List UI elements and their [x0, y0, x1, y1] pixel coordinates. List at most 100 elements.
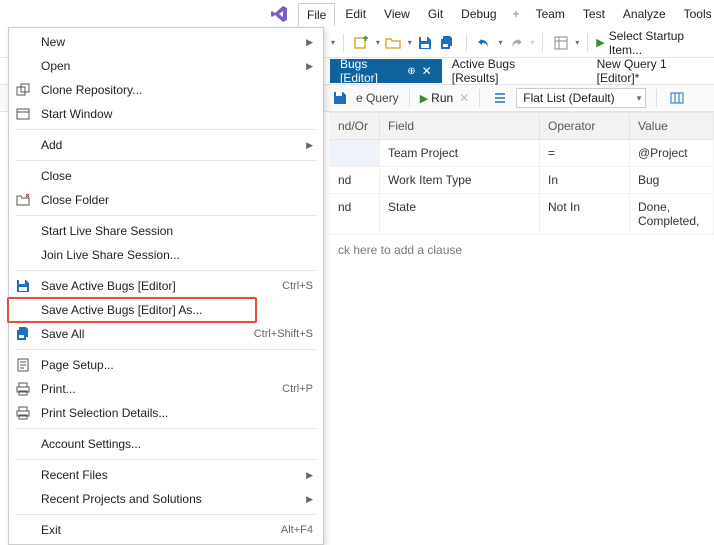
menu-view[interactable]: View [376, 3, 418, 25]
menu-item-page-setup[interactable]: Page Setup... [9, 353, 323, 377]
cell-andor[interactable] [330, 140, 380, 167]
save-all-icon[interactable] [439, 33, 458, 53]
menu-item-save-active-bugs-editor[interactable]: Save Active Bugs [Editor]Ctrl+S [9, 274, 323, 298]
menu-item-label: New [41, 35, 298, 49]
menu-item-start-window[interactable]: Start Window [9, 102, 323, 126]
col-operator[interactable]: Operator [540, 112, 630, 140]
cell-val[interactable]: Done, Completed, [630, 194, 714, 235]
menu-tools[interactable]: Tools [676, 3, 714, 25]
menu-test[interactable]: Test [575, 3, 613, 25]
config-icon[interactable] [551, 33, 570, 53]
cell-op[interactable]: = [540, 140, 630, 167]
menu-item-label: Start Live Share Session [41, 224, 313, 238]
cell-field[interactable]: Team Project [380, 140, 540, 167]
col-value[interactable]: Value [630, 112, 714, 140]
submenu-arrow-icon: ▶ [306, 140, 313, 151]
menu-item-print-selection-details[interactable]: Print Selection Details... [9, 401, 323, 425]
menu-item-start-live-share-session[interactable]: Start Live Share Session [9, 219, 323, 243]
redo-icon[interactable] [507, 33, 526, 53]
menu-shortcut: Ctrl+S [282, 280, 313, 292]
menu-edit[interactable]: Edit [337, 3, 374, 25]
col-andor[interactable]: nd/Or [330, 112, 380, 140]
tab-label: Active Bugs [Results] [452, 57, 557, 85]
dropdown-caret-icon[interactable]: ▾ [498, 38, 502, 47]
tab-label: Bugs [Editor] [340, 57, 401, 85]
menu-item-label: Save All [41, 327, 246, 341]
separator [343, 34, 344, 52]
menu-item-close[interactable]: Close [9, 164, 323, 188]
new-item-icon[interactable] [352, 33, 371, 53]
menu-item-label: Close [41, 169, 313, 183]
menu-item-label: Recent Files [41, 468, 298, 482]
menu-item-label: Recent Projects and Solutions [41, 492, 298, 506]
menu-item-save-all[interactable]: Save AllCtrl+Shift+S [9, 322, 323, 346]
cell-op[interactable]: Not In [540, 194, 630, 235]
menu-analyze[interactable]: Analyze [615, 3, 674, 25]
menu-item-clone-repository[interactable]: Clone Repository... [9, 78, 323, 102]
dropdown-caret-icon[interactable]: ▾ [376, 38, 380, 47]
menu-item-label: Add [41, 138, 298, 152]
menu-debug[interactable]: Debug [453, 3, 504, 25]
add-menu-icon[interactable]: + [507, 7, 526, 21]
tab-active-bugs-results[interactable]: Active Bugs [Results] [442, 59, 567, 83]
open-icon[interactable] [384, 33, 403, 53]
play-icon: ▶ [420, 92, 428, 105]
menu-item-label: Account Settings... [41, 437, 313, 451]
blank-icon [13, 435, 33, 453]
dropdown-caret-icon[interactable]: ▾ [331, 38, 335, 47]
menu-item-save-active-bugs-editor-as[interactable]: Save Active Bugs [Editor] As... [9, 298, 323, 322]
menu-item-close-folder[interactable]: Close Folder [9, 188, 323, 212]
blank-icon [13, 490, 33, 508]
cell-field[interactable]: Work Item Type [380, 167, 540, 194]
menu-item-label: Clone Repository... [41, 83, 313, 97]
cell-andor[interactable]: nd [330, 167, 380, 194]
columns-icon[interactable] [667, 88, 687, 108]
close-icon[interactable]: ✕ [422, 64, 432, 78]
dropdown-caret-icon[interactable]: ▾ [408, 38, 412, 47]
cell-val[interactable]: @Project [630, 140, 714, 167]
dropdown-caret-icon[interactable]: ▾ [530, 38, 534, 47]
blank-icon [13, 301, 33, 319]
blank-icon [13, 33, 33, 51]
menu-item-add[interactable]: Add ▶ [9, 133, 323, 157]
menu-item-label: Start Window [41, 107, 313, 121]
stop-icon[interactable]: ✕ [459, 91, 469, 105]
separator [409, 89, 410, 107]
save-query-icon[interactable] [330, 88, 350, 108]
menu-team[interactable]: Team [528, 3, 573, 25]
menu-item-recent-projects-and-solutions[interactable]: Recent Projects and Solutions▶ [9, 487, 323, 511]
menu-item-account-settings[interactable]: Account Settings... [9, 432, 323, 456]
menu-item-exit[interactable]: ExitAlt+F4 [9, 518, 323, 542]
menu-item-print[interactable]: Print...Ctrl+P [9, 377, 323, 401]
separator [479, 89, 480, 107]
save-icon [13, 277, 33, 295]
cell-andor[interactable]: nd [330, 194, 380, 235]
menu-file[interactable]: File [298, 3, 335, 26]
undo-icon[interactable] [475, 33, 494, 53]
run-query-button[interactable]: ▶ Run [420, 91, 453, 105]
menu-item-recent-files[interactable]: Recent Files▶ [9, 463, 323, 487]
menu-item-join-live-share-session[interactable]: Join Live Share Session... [9, 243, 323, 267]
tab-new-query[interactable]: New Query 1 [Editor]* [587, 59, 714, 83]
tab-bugs-editor[interactable]: Bugs [Editor] ⊕ ✕ [330, 59, 442, 83]
cell-val[interactable]: Bug [630, 167, 714, 194]
menu-separator [15, 215, 317, 216]
blank-icon [13, 136, 33, 154]
cell-op[interactable]: In [540, 167, 630, 194]
add-clause-hint[interactable]: ck here to add a clause [330, 235, 714, 265]
pin-icon[interactable]: ⊕ [407, 66, 415, 77]
cell-field[interactable]: State [380, 194, 540, 235]
menu-item-open[interactable]: Open▶ [9, 54, 323, 78]
col-field[interactable]: Field [380, 112, 540, 140]
separator [466, 34, 467, 52]
blank-icon [13, 167, 33, 185]
query-label: e Query [356, 91, 399, 105]
dropdown-caret-icon[interactable]: ▾ [575, 38, 579, 47]
flat-list-icon [490, 88, 510, 108]
startup-selector[interactable]: ▶ Select Startup Item... [596, 29, 714, 57]
menu-item-new[interactable]: New▶ [9, 30, 323, 54]
menu-item-label: Close Folder [41, 193, 313, 207]
query-type-select[interactable]: Flat List (Default) [516, 88, 646, 108]
menu-git[interactable]: Git [420, 3, 451, 25]
save-icon[interactable] [416, 33, 435, 53]
